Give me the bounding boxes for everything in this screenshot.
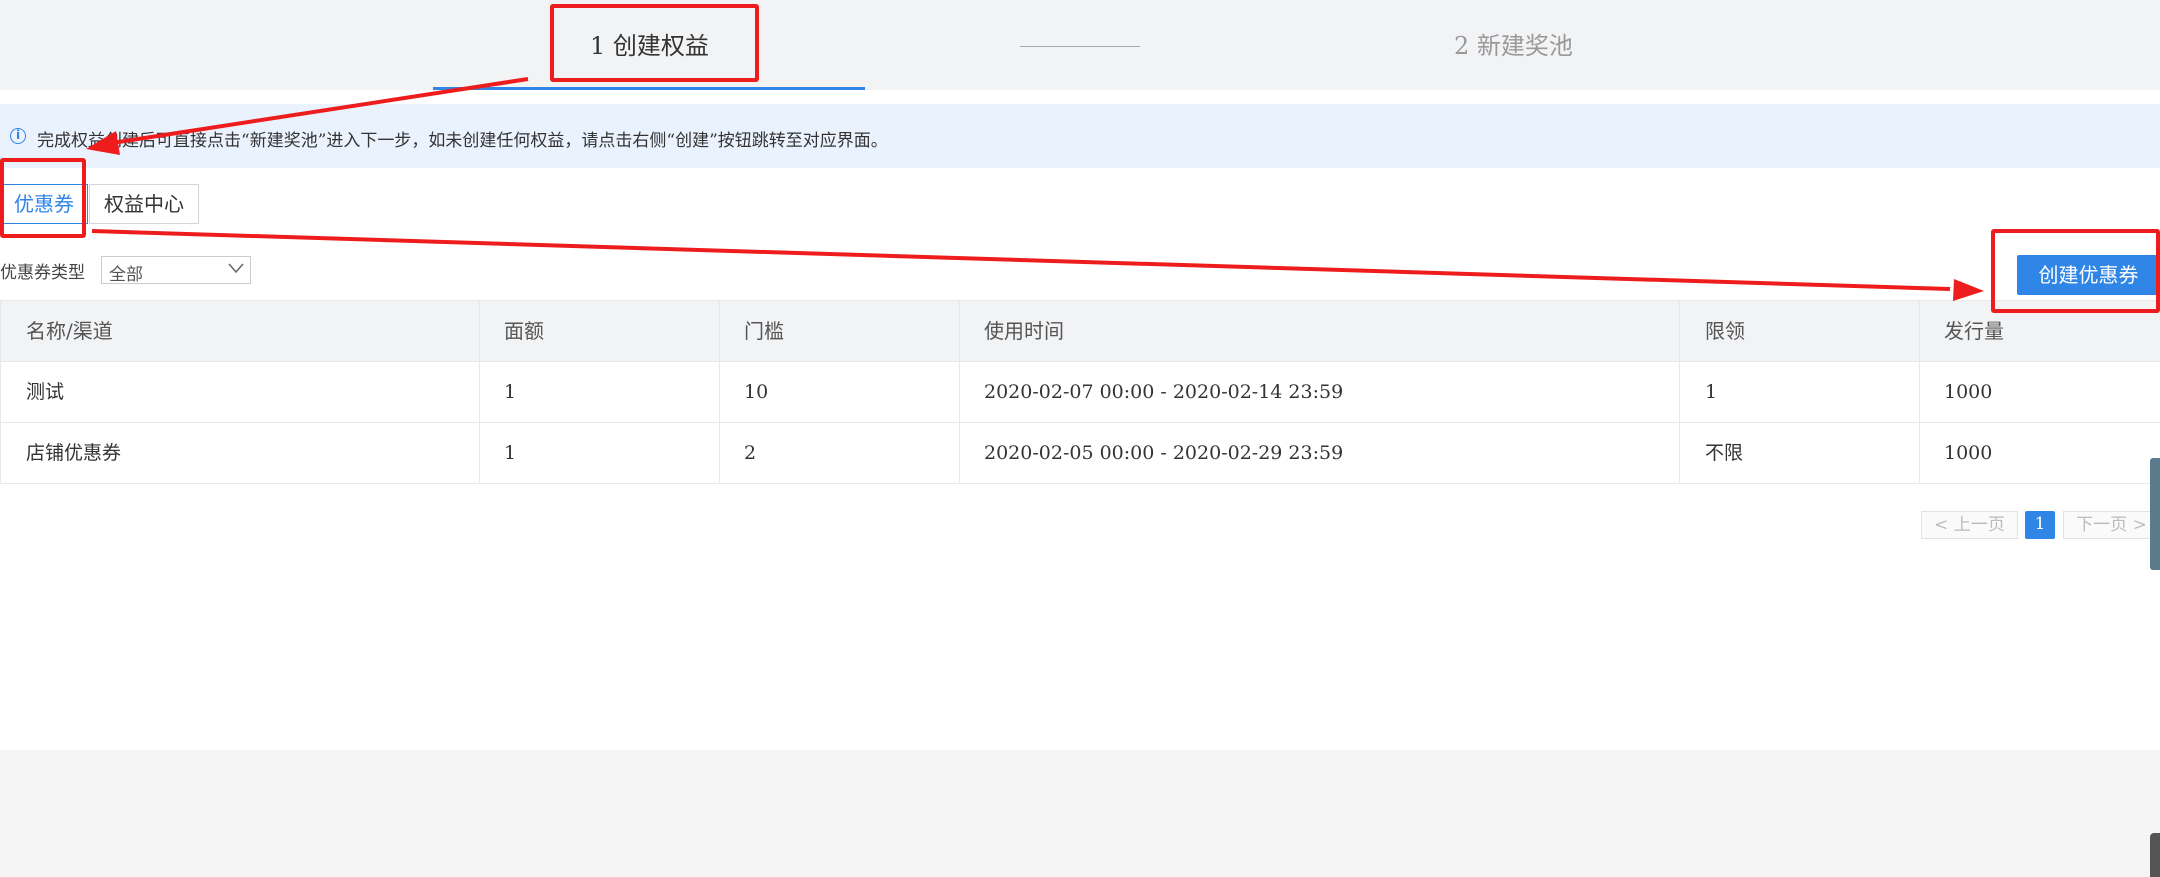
annotation-arrow-to-button	[91, 229, 1951, 291]
scrollbar[interactable]	[2150, 833, 2160, 877]
arrow-head-icon	[1953, 279, 1984, 301]
side-thumbnail	[2150, 458, 2160, 570]
annotation-arrow-to-tab	[111, 77, 529, 145]
arrow-head-icon	[86, 131, 120, 155]
annotation-arrows	[86, 77, 1984, 301]
page: 1 创建权益 2 新建奖池 i 完成权益创建后可直接点击“新建奖池”进入下一步，…	[0, 0, 2160, 877]
